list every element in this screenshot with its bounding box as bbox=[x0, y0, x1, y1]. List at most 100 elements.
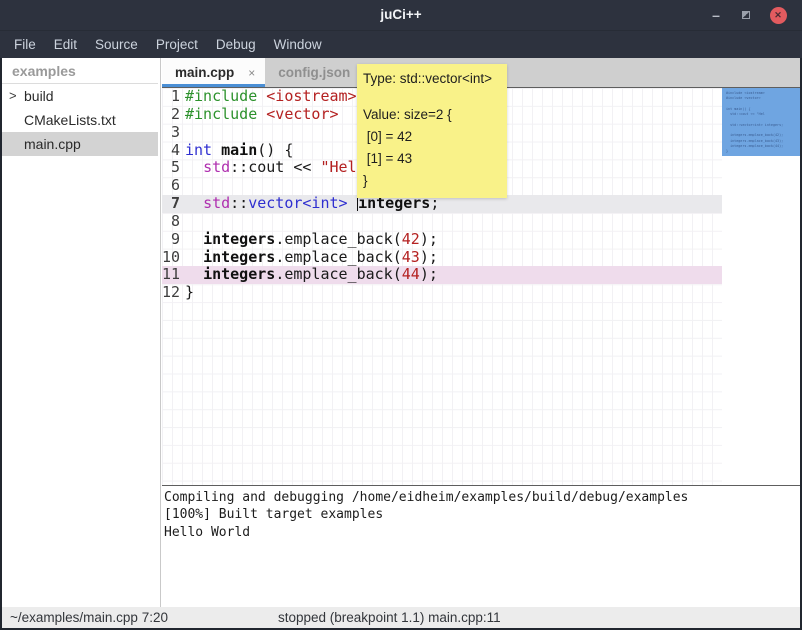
code-token: 43 bbox=[402, 248, 420, 266]
sidebar-item-cmakelists-txt[interactable]: CMakeLists.txt bbox=[2, 108, 158, 132]
menu-item-file[interactable]: File bbox=[5, 31, 45, 59]
code-token bbox=[212, 141, 221, 159]
code-token: "Hel bbox=[320, 158, 356, 176]
tooltip-line: Type: std::vector<int> bbox=[363, 68, 501, 90]
code-text: std::cout << "Hel bbox=[180, 159, 357, 177]
code-token: 42 bbox=[402, 230, 420, 248]
line-number[interactable]: 3 bbox=[162, 124, 180, 142]
code-token bbox=[257, 88, 266, 105]
code-text: #include <vector> bbox=[180, 106, 339, 124]
sidebar-item-label: main.cpp bbox=[24, 136, 81, 152]
menu-item-debug[interactable]: Debug bbox=[207, 31, 265, 59]
code-token: std bbox=[203, 194, 230, 212]
code-text bbox=[180, 177, 185, 195]
tab-close-icon[interactable]: × bbox=[248, 66, 255, 80]
tab-config-json[interactable]: config.json bbox=[265, 58, 360, 87]
code-token: .emplace_back( bbox=[275, 265, 401, 283]
sidebar-item-build[interactable]: >build bbox=[2, 84, 158, 108]
tooltip-line: [0] = 42 bbox=[363, 126, 501, 148]
line-number[interactable]: 7 bbox=[162, 195, 180, 213]
menu-item-source[interactable]: Source bbox=[86, 31, 147, 59]
minimize-button[interactable]: – bbox=[704, 0, 728, 30]
code-token: int bbox=[185, 141, 212, 159]
code-text: int main() { bbox=[180, 142, 293, 160]
line-number[interactable]: 11 bbox=[162, 266, 180, 284]
minimize-icon: – bbox=[712, 7, 720, 23]
sidebar-item-label: CMakeLists.txt bbox=[24, 112, 116, 128]
line-number[interactable]: 12 bbox=[162, 284, 180, 302]
code-line[interactable]: 10 integers.emplace_back(43); bbox=[162, 249, 722, 267]
minimap-viewport[interactable]: #include <iostream>#include <vector> int… bbox=[722, 88, 800, 156]
titlebar[interactable]: juCi++ – ✕ bbox=[0, 0, 802, 30]
code-token: ); bbox=[420, 265, 438, 283]
tooltip-line bbox=[363, 90, 501, 104]
code-text: integers.emplace_back(44); bbox=[180, 266, 438, 284]
minimap[interactable]: #include <iostream>#include <vector> int… bbox=[722, 88, 800, 485]
restore-button[interactable] bbox=[734, 0, 758, 30]
debug-value-tooltip: Type: std::vector<int>Value: size=2 { [0… bbox=[357, 64, 507, 198]
window-title: juCi++ bbox=[0, 0, 802, 30]
line-number[interactable]: 6 bbox=[162, 177, 180, 195]
code-token: 44 bbox=[402, 265, 420, 283]
sidebar-item-main-cpp[interactable]: main.cpp bbox=[2, 132, 158, 156]
code-line[interactable]: 12} bbox=[162, 284, 722, 302]
tooltip-line: } bbox=[363, 170, 501, 192]
console-line: Hello World bbox=[164, 524, 800, 541]
status-file-position: ~/examples/main.cpp 7:20 bbox=[10, 607, 168, 628]
console-line: Compiling and debugging /home/eidheim/ex… bbox=[164, 489, 800, 506]
code-token: () { bbox=[257, 141, 293, 159]
code-token: ); bbox=[420, 230, 438, 248]
code-token: #include bbox=[185, 105, 257, 123]
menu-item-project[interactable]: Project bbox=[147, 31, 207, 59]
code-text: } bbox=[180, 284, 194, 302]
code-text: integers.emplace_back(43); bbox=[180, 249, 438, 267]
restore-icon bbox=[742, 11, 750, 19]
tooltip-line: Value: size=2 { bbox=[363, 104, 501, 126]
file-tree: >build CMakeLists.txt main.cpp bbox=[2, 84, 158, 156]
line-number[interactable]: 10 bbox=[162, 249, 180, 267]
statusbar: ~/examples/main.cpp 7:20 stopped (breakp… bbox=[2, 607, 800, 628]
code-token bbox=[185, 230, 203, 248]
code-token: <iostream> bbox=[266, 88, 356, 105]
console-line: [100%] Built target examples bbox=[164, 506, 800, 523]
code-token bbox=[185, 194, 203, 212]
code-text: integers.emplace_back(42); bbox=[180, 231, 438, 249]
code-text: #include <iostream> bbox=[180, 88, 357, 106]
file-tree-sidebar: examples >buildCMakeLists.txtmain.cpp bbox=[2, 58, 158, 607]
tooltip-line: [1] = 43 bbox=[363, 148, 501, 170]
close-icon: ✕ bbox=[770, 7, 787, 24]
tab-label: config.json bbox=[278, 65, 350, 80]
line-number[interactable]: 2 bbox=[162, 106, 180, 124]
code-token bbox=[185, 248, 203, 266]
code-token: ); bbox=[420, 248, 438, 266]
menubar: FileEditSourceProjectDebugWindow bbox=[0, 30, 802, 58]
line-number[interactable]: 9 bbox=[162, 231, 180, 249]
tab-main-cpp[interactable]: main.cpp× bbox=[162, 58, 265, 87]
code-token: :: bbox=[230, 194, 248, 212]
line-number[interactable]: 8 bbox=[162, 213, 180, 231]
code-token: .emplace_back( bbox=[275, 230, 401, 248]
menu-item-edit[interactable]: Edit bbox=[45, 31, 86, 59]
menu-item-window[interactable]: Window bbox=[265, 31, 331, 59]
code-token bbox=[185, 158, 203, 176]
code-token: .emplace_back( bbox=[275, 248, 401, 266]
chevron-right-icon[interactable]: > bbox=[9, 84, 23, 108]
code-token bbox=[348, 194, 357, 212]
app-window: juCi++ – ✕ FileEditSourceProjectDebugWin… bbox=[0, 0, 802, 630]
code-token: #include bbox=[185, 88, 257, 105]
code-line[interactable]: 11 integers.emplace_back(44); bbox=[162, 266, 722, 284]
code-line[interactable]: 9 integers.emplace_back(42); bbox=[162, 231, 722, 249]
code-token: ::cout << bbox=[230, 158, 320, 176]
close-button[interactable]: ✕ bbox=[766, 0, 790, 30]
sidebar-item-label: build bbox=[24, 88, 54, 104]
code-token: } bbox=[185, 283, 194, 301]
code-token: integers bbox=[203, 248, 275, 266]
code-text bbox=[180, 124, 185, 142]
minimap-code-line: } bbox=[726, 149, 800, 154]
debug-console[interactable]: Compiling and debugging /home/eidheim/ex… bbox=[162, 485, 800, 607]
line-number[interactable]: 1 bbox=[162, 88, 180, 106]
code-line[interactable]: 8 bbox=[162, 213, 722, 231]
code-text bbox=[180, 213, 185, 231]
line-number[interactable]: 5 bbox=[162, 159, 180, 177]
line-number[interactable]: 4 bbox=[162, 142, 180, 160]
